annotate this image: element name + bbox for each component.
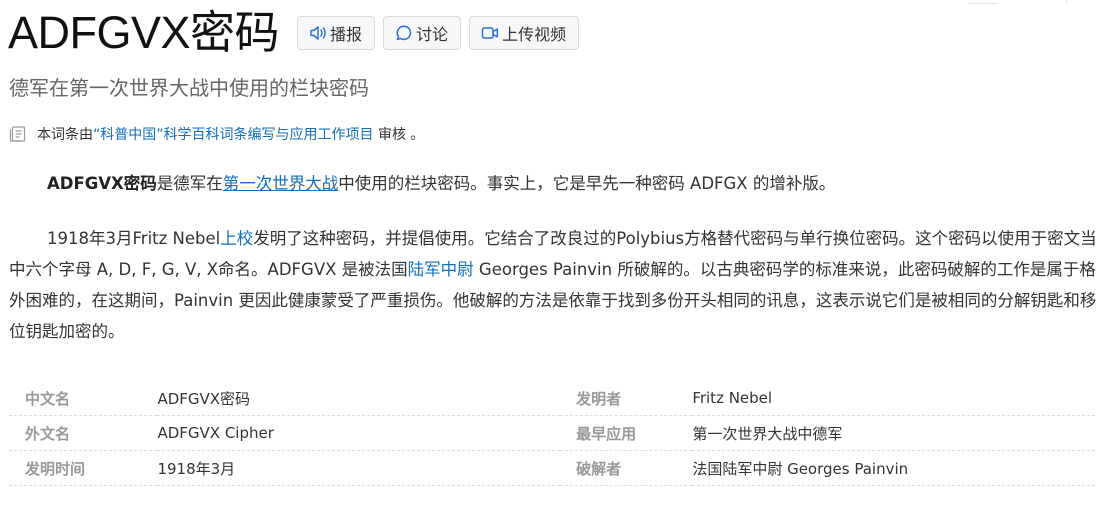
discuss-button-label: 讨论 xyxy=(416,25,449,44)
upload-video-button[interactable]: 上传视频 xyxy=(469,16,580,50)
video-camera-icon xyxy=(481,24,499,42)
table-row: 外文名 ADFGVX Cipher 最早应用 第一次世界大战中德军 xyxy=(9,415,1095,451)
lieutenant-link[interactable]: 陆军中尉 xyxy=(408,260,474,279)
info-label: 发明者 xyxy=(560,381,693,416)
info-label: 外文名 xyxy=(9,415,158,451)
review-suffix: 审核 。 xyxy=(373,127,425,143)
top-edge-fragment xyxy=(968,0,998,4)
paragraph1-text-2: 中使用的栏块密码。事实上，它是早先一种密码 ADFGX 的增补版。 xyxy=(338,174,836,193)
top-edge-fragment-divider xyxy=(1066,0,1067,4)
table-row: 发明时间 1918年3月 破解者 法国陆军中尉 Georges Painvin xyxy=(9,450,1095,486)
table-row: 中文名 ADFGVX密码 发明者 Fritz Nebel xyxy=(9,381,1095,416)
page-subtitle: 德军在第一次世界大战中使用的栏块密码 xyxy=(9,76,369,100)
broadcast-button[interactable]: 播报 xyxy=(297,16,376,50)
term-bold: ADFGVX密码 xyxy=(47,174,157,193)
title-row: ADFGVX密码 播报 讨论 上传视频 xyxy=(8,4,580,62)
paragraph1-text-1: 是德军在 xyxy=(156,174,223,193)
summary-paragraph-2: 1918年3月Fritz Nebel上校发明了这种密码，并提倡使用。它结合了改良… xyxy=(9,223,1099,347)
basic-info-table: 中文名 ADFGVX密码 发明者 Fritz Nebel 外文名 ADFGVX … xyxy=(9,381,1095,486)
speaker-icon xyxy=(309,24,327,42)
info-label: 中文名 xyxy=(9,381,158,416)
wwi-link[interactable]: 第一次世界大战 xyxy=(223,174,339,193)
review-project-link[interactable]: “科普中国”科学百科词条编写与应用工作项目 xyxy=(93,124,374,144)
info-label: 破解者 xyxy=(560,450,693,486)
paragraph2-text-1: 1918年3月Fritz Nebel xyxy=(47,229,221,248)
info-label: 发明时间 xyxy=(9,450,158,486)
discuss-button[interactable]: 讨论 xyxy=(383,16,462,50)
upload-video-button-label: 上传视频 xyxy=(502,25,567,44)
info-value: ADFGVX密码 xyxy=(157,381,561,416)
chat-bubble-icon xyxy=(395,24,413,42)
document-icon xyxy=(9,125,27,143)
info-value: 第一次世界大战中德军 xyxy=(692,415,1095,451)
info-value: 1918年3月 xyxy=(157,450,561,486)
info-label: 最早应用 xyxy=(560,415,693,451)
info-value: 法国陆军中尉 Georges Painvin xyxy=(692,450,1095,486)
review-notice: 本词条由 “科普中国”科学百科词条编写与应用工作项目 审核 。 xyxy=(9,124,424,144)
summary-paragraph-1: ADFGVX密码是德军在第一次世界大战中使用的栏块密码。事实上，它是早先一种密码… xyxy=(9,168,1099,199)
broadcast-button-label: 播报 xyxy=(330,25,363,44)
colonel-link[interactable]: 上校 xyxy=(220,229,253,248)
info-value: ADFGVX Cipher xyxy=(157,415,561,451)
info-value: Fritz Nebel xyxy=(692,381,1095,416)
review-prefix: 本词条由 xyxy=(37,127,93,143)
page-title: ADFGVX密码 xyxy=(8,7,280,58)
